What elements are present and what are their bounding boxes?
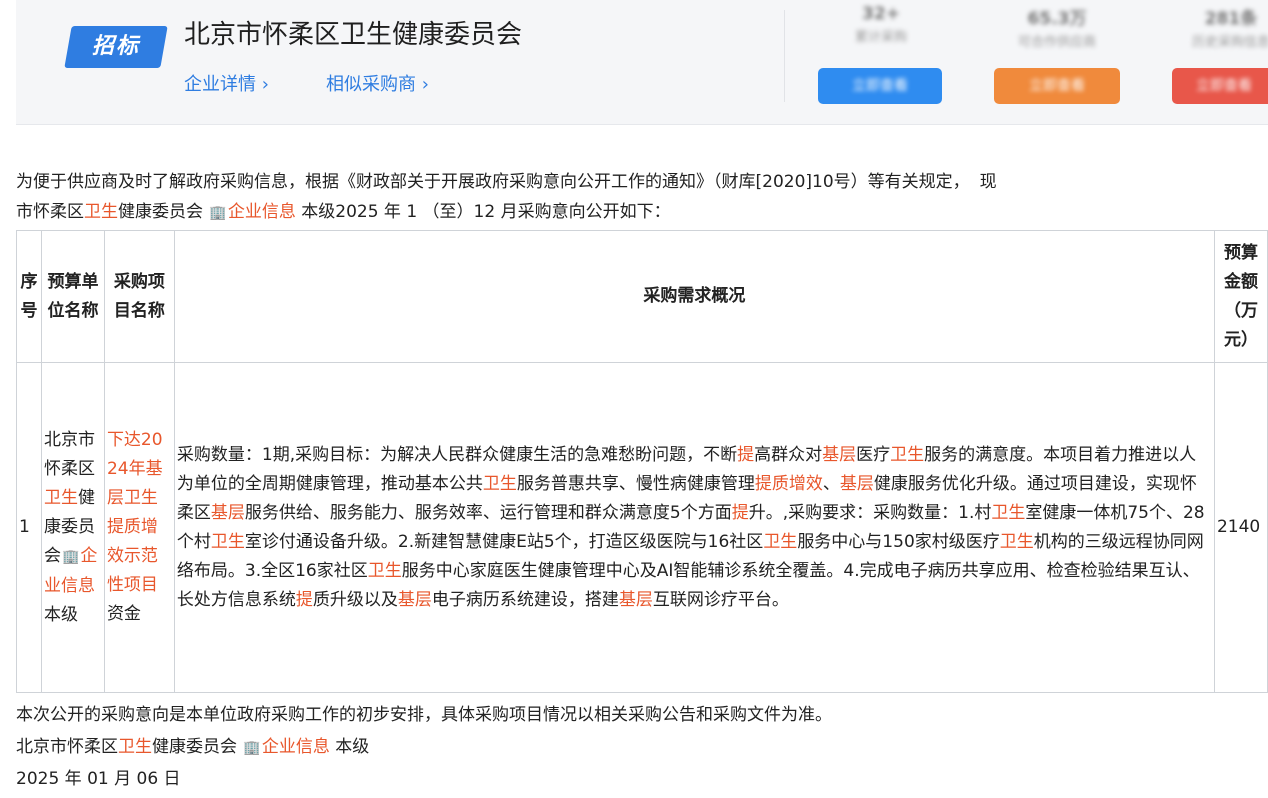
highlighted-keyword: 基层	[210, 502, 245, 523]
highlighted-keyword: 卫生	[367, 560, 402, 581]
table-row: 1 北京市怀柔区卫生健康委员会🏢企业信息本级 下达2024年基层卫生提质增效示范…	[16, 362, 1268, 693]
highlighted-keyword: 基层	[839, 473, 874, 494]
highlighted-keyword: 卫生	[210, 531, 245, 552]
disclaimer: 本次公开的采购意向是本单位政府采购工作的初步安排，具体采购项目情况以相关采购公告…	[16, 705, 832, 725]
company-detail-link[interactable]: 企业详情 ›	[184, 70, 269, 96]
stat-history-button[interactable]: 立即查看	[1172, 68, 1268, 104]
signature: 北京市怀柔区卫生健康委员会 🏢企业信息 本级	[16, 734, 369, 761]
highlighted-keyword: 提质增效	[754, 473, 823, 494]
company-info-link[interactable]: 企业信息	[228, 202, 296, 222]
company-info-link[interactable]: 企业信息	[262, 737, 330, 757]
requirements-segment: 采购数量：1期,采购目标：为解决人民群众健康生活的急难愁盼问题，不断	[176, 444, 738, 465]
highlighted-keyword: 提	[737, 444, 755, 465]
table-header-row: 序号 预算单位名称 采购项目名称 采购需求概况 预算金额（万元）	[16, 230, 1268, 363]
col-header-unit: 预算单位名称	[40, 230, 105, 363]
procurement-plan-table: 序号 预算单位名称 采购项目名称 采购需求概况 预算金额（万元） 1 北京市怀柔…	[16, 230, 1268, 693]
org-title: 北京市怀柔区卫生健康委员会	[184, 20, 523, 50]
highlighted-keyword: 卫生	[999, 531, 1034, 552]
highlighted-keyword: 卫生	[890, 444, 925, 465]
requirements-segment: 高群众对	[754, 444, 823, 465]
highlighted-keyword: 卫生	[763, 531, 798, 552]
highlighted-keyword: 基层	[618, 589, 653, 610]
building-icon: 🏢	[61, 548, 80, 565]
stat-history: 281条 历史采购信息	[1191, 9, 1268, 50]
highlighted-keyword: 卫生	[482, 473, 517, 494]
tender-badge: 招标	[64, 26, 168, 68]
highlighted-keyword: 基层	[822, 444, 857, 465]
cell-requirements: 采购数量：1期,采购目标：为解决人民群众健康生活的急难愁盼问题，不断提高群众对基…	[173, 362, 1215, 693]
stat-total-purchases-button[interactable]: 立即查看	[818, 68, 942, 104]
requirements-segment: 服务普惠共享、慢性病健康管理	[516, 473, 755, 494]
col-header-requirements: 采购需求概况	[173, 230, 1215, 363]
stat-total-purchases: 32+ 累计采购	[854, 4, 907, 45]
requirements-segment: 医疗	[856, 444, 891, 465]
highlighted-keyword: 提	[731, 502, 749, 523]
building-icon: 🏢	[243, 740, 261, 756]
cell-unit: 北京市怀柔区卫生健康委员会🏢企业信息本级	[40, 362, 105, 693]
col-header-amount: 预算金额（万元）	[1213, 230, 1268, 363]
col-header-index: 序号	[16, 230, 42, 363]
requirements-segment: 升。,采购要求：采购数量：1.村	[748, 502, 992, 523]
col-header-project: 采购项目名称	[103, 230, 175, 363]
cell-amount: 2140	[1213, 362, 1268, 693]
stat-suppliers-button[interactable]: 立即查看	[994, 68, 1120, 104]
requirements-segment: 、	[822, 473, 840, 494]
building-icon: 🏢	[209, 205, 227, 221]
similar-buyers-link[interactable]: 相似采购商 ›	[326, 70, 429, 96]
highlighted-keyword: 卫生	[991, 502, 1026, 523]
highlighted-keyword: 基层	[397, 589, 432, 610]
requirements-segment: 电子病历系统建设，搭建	[431, 589, 619, 610]
requirements-segment: 室诊付通设备升级。2.新建智慧健康E站5个，打造区级医院与16社区	[244, 531, 764, 552]
cell-index: 1	[16, 362, 42, 693]
stat-suppliers: 65.3万 可合作供应商	[1017, 9, 1096, 50]
requirements-segment: 互联网诊疗平台。	[652, 589, 789, 610]
requirements-text: 采购数量：1期,采购目标：为解决人民群众健康生活的急难愁盼问题，不断提高群众对基…	[177, 445, 1205, 610]
buyer-header-card: 招标 北京市怀柔区卫生健康委员会 企业详情 › 相似采购商 › 32+ 累计采购…	[16, 0, 1268, 125]
requirements-segment: 服务供给、服务能力、服务效率、运行管理和群众满意度5个方面	[244, 502, 732, 523]
intro-line-1: 为便于供应商及时了解政府采购信息，根据《财政部关于开展政府采购意向公开工作的通知…	[16, 172, 997, 192]
cell-project: 下达2024年基层卫生提质增效示范性项目资金	[103, 362, 175, 693]
publish-date: 2025 年 01 月 06 日	[16, 769, 181, 789]
requirements-segment: 服务中心与150家村级医疗	[797, 531, 1000, 552]
intro-line-2: 市怀柔区卫生健康委员会 🏢企业信息 本级2025 年 1 （至）12 月采购意向…	[16, 198, 671, 227]
header-divider	[784, 10, 785, 102]
highlighted-keyword: 提	[295, 589, 313, 610]
requirements-segment: 质升级以及	[312, 589, 398, 610]
